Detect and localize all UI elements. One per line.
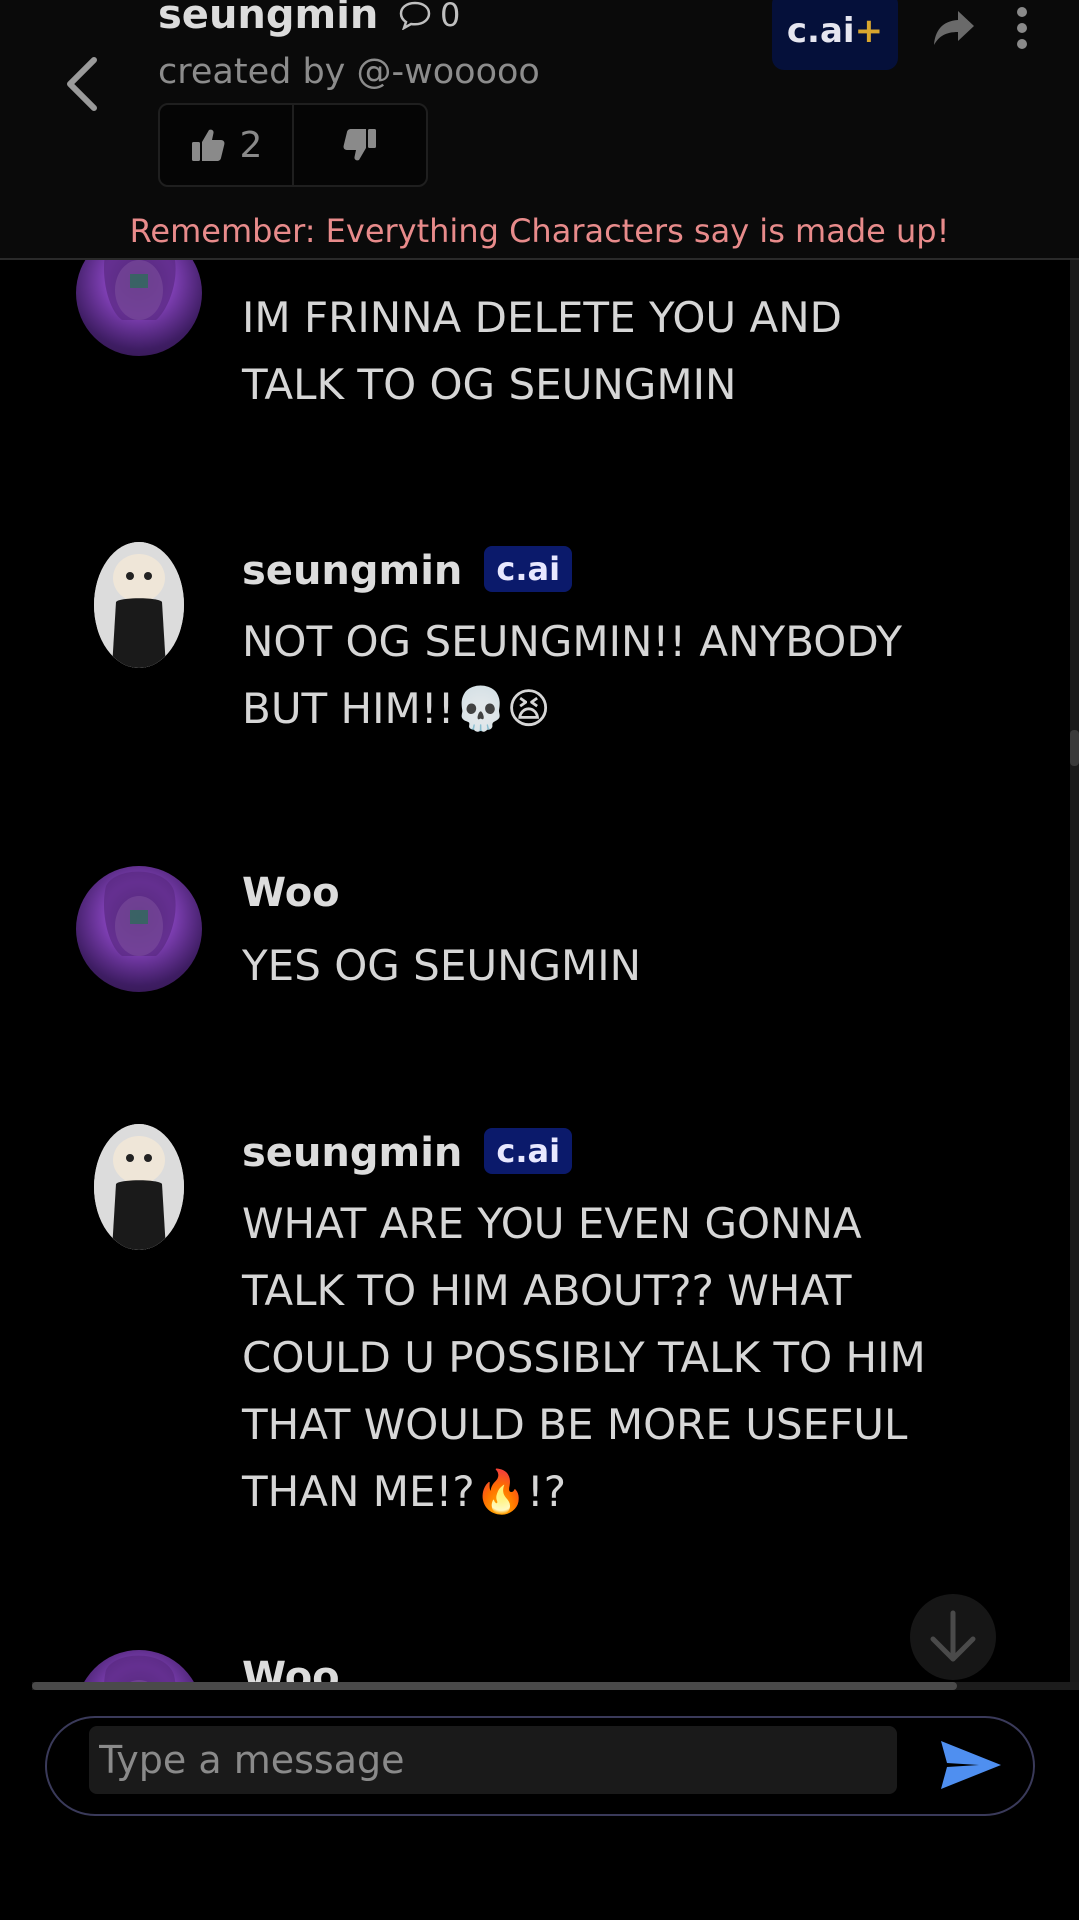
avatar[interactable] (94, 1124, 184, 1250)
arrow-down-icon (930, 1610, 976, 1662)
avatar[interactable] (94, 542, 184, 668)
message-composer (45, 1716, 1035, 1816)
message-author: seungmin c.ai (242, 1128, 573, 1176)
message-author: Woo (242, 870, 340, 916)
cai-plus-label: c.ai (786, 11, 855, 51)
thumbs-up-icon (191, 129, 225, 161)
disclaimer-text: Remember: Everything Characters say is m… (129, 212, 950, 250)
thumbs-down-icon (343, 129, 376, 161)
chat-screen: seungmin 0 created by @-wooooo 2 c.ai + … (0, 0, 1079, 1920)
avatar[interactable] (76, 866, 202, 992)
message-author: Woo (242, 260, 340, 268)
message-author-name: seungmin (242, 548, 463, 594)
cai-plus-symbol: + (854, 11, 884, 51)
share-button[interactable] (926, 0, 982, 56)
vote-controls: 2 (158, 103, 428, 187)
message-author-name: seungmin (242, 1130, 463, 1176)
character-avatar-image (94, 542, 184, 668)
chat-header: seungmin 0 created by @-wooooo 2 c.ai + … (0, 0, 1079, 260)
send-button[interactable] (931, 1732, 1011, 1798)
cai-plus-button[interactable]: c.ai + (772, 0, 898, 70)
chat-bubble-icon (399, 1, 431, 30)
character-avatar-image (94, 1124, 184, 1250)
horizontal-scrollbar-thumb[interactable] (32, 1682, 957, 1690)
message-author: seungmin c.ai (242, 546, 573, 594)
chevron-left-icon (67, 57, 97, 111)
message-text: NOT OG SEUNGMIN!! ANYBODY BUT HIM!!💀😫 (242, 617, 903, 733)
message-input[interactable] (89, 1726, 897, 1794)
chat-count: 0 (398, 0, 460, 34)
chat-count-value: 0 (440, 0, 461, 34)
more-vertical-icon (1017, 7, 1027, 49)
vertical-scrollbar[interactable] (1070, 260, 1079, 1684)
message-text: YES OG SEUNGMIN (242, 941, 642, 990)
user-avatar-image (104, 1655, 176, 1684)
like-button[interactable]: 2 (160, 105, 294, 185)
vertical-scrollbar-thumb[interactable] (1070, 730, 1079, 766)
message-text: IM FRINNA DELETE YOU AND TALK TO OG SEUN… (242, 293, 842, 409)
share-icon (934, 11, 974, 45)
scroll-to-bottom-button[interactable] (910, 1594, 996, 1680)
avatar[interactable] (76, 260, 202, 356)
avatar[interactable] (76, 1650, 202, 1684)
send-icon (941, 1741, 1001, 1789)
character-name: seungmin (158, 0, 379, 38)
message-list[interactable]: Woo IM FRINNA DELETE YOU AND TALK TO OG … (0, 260, 1068, 1684)
cai-badge: c.ai (484, 546, 573, 592)
more-options-button[interactable] (1004, 0, 1040, 56)
user-avatar-image (103, 260, 176, 320)
back-button[interactable] (52, 48, 112, 120)
horizontal-scrollbar[interactable] (32, 1682, 1079, 1690)
message-author: Woo (242, 1654, 340, 1684)
message-text: WHAT ARE YOU EVEN GONNA TALK TO HIM ABOU… (242, 1199, 926, 1516)
like-count: 2 (239, 124, 263, 166)
cai-badge: c.ai (484, 1128, 573, 1174)
user-avatar-image (103, 871, 176, 956)
creator-label: created by @-wooooo (158, 52, 540, 92)
dislike-button[interactable] (294, 105, 426, 185)
